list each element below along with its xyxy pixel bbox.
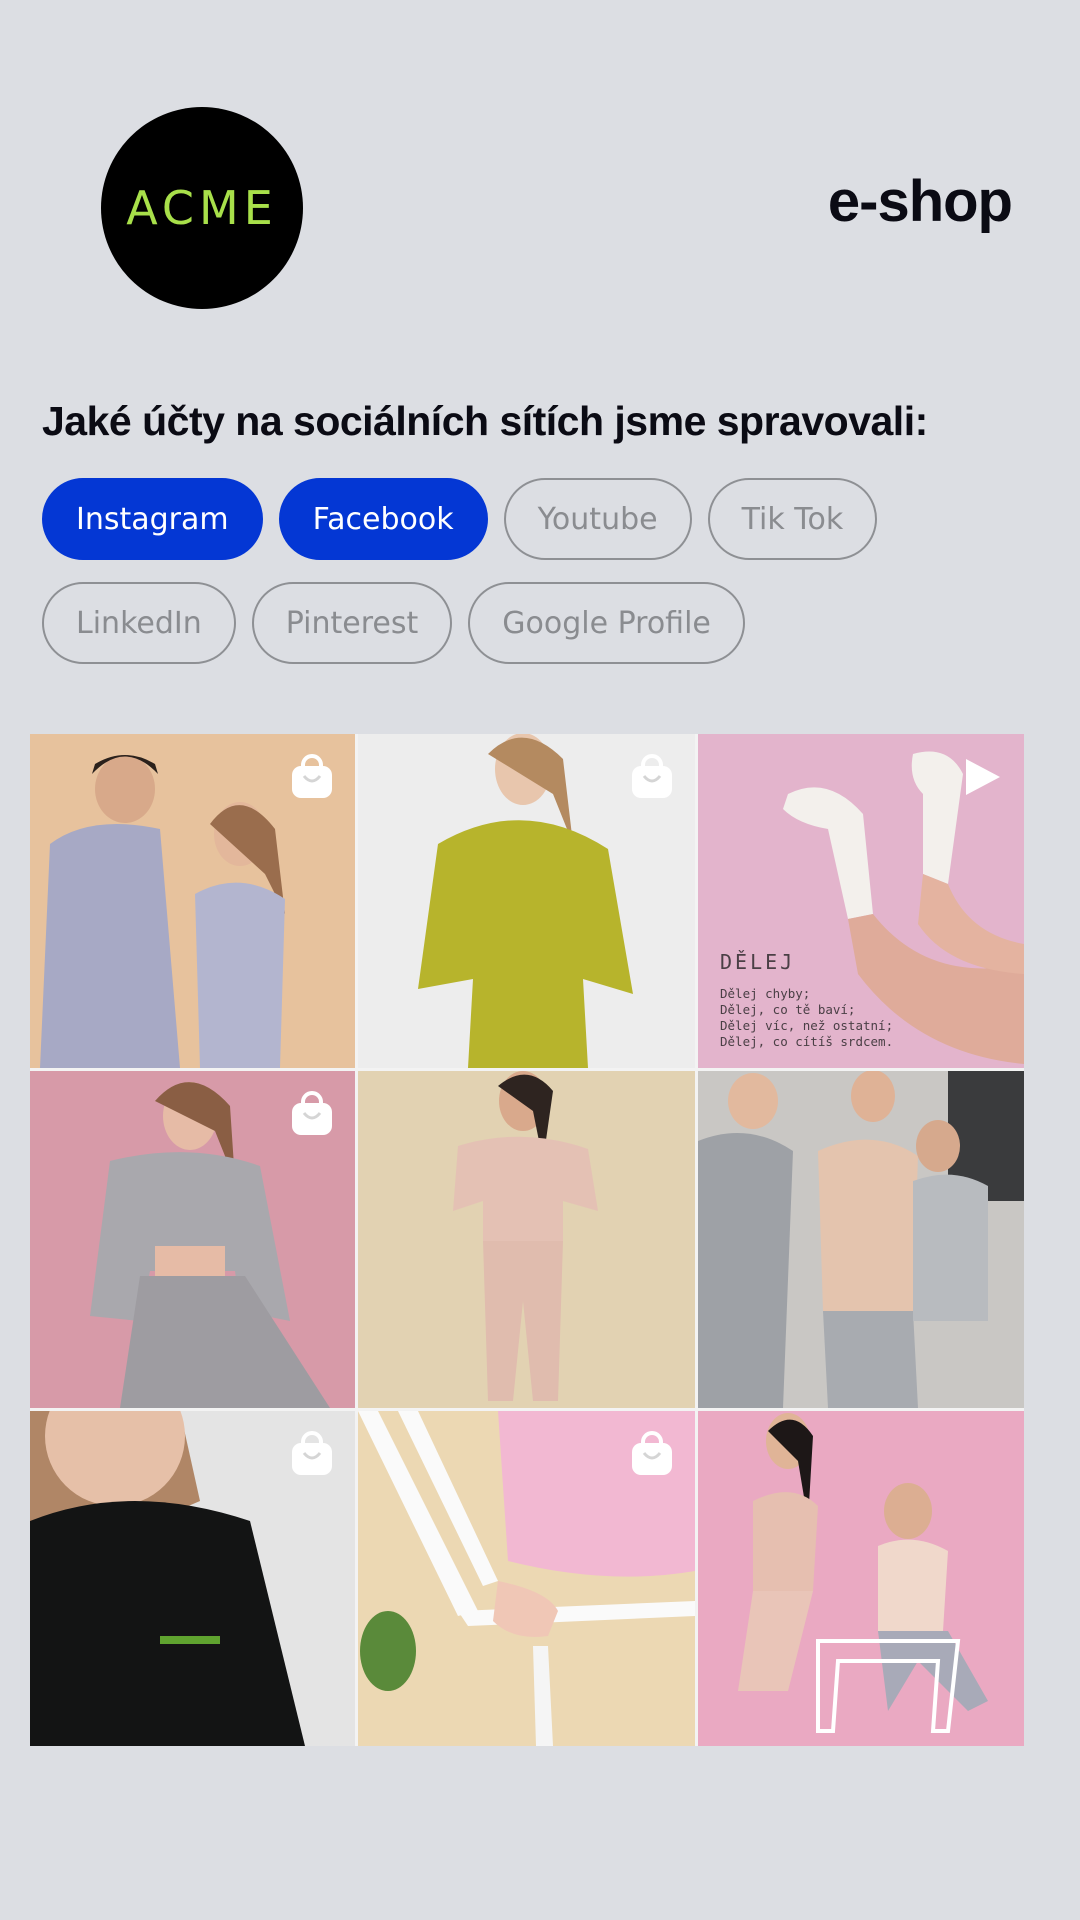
chip-linkedin[interactable]: LinkedIn xyxy=(42,582,236,664)
post-tile[interactable] xyxy=(30,1071,355,1408)
post-image xyxy=(698,1071,1024,1408)
chip-youtube[interactable]: Youtube xyxy=(503,478,692,560)
post-tile[interactable] xyxy=(358,1411,695,1746)
post-image xyxy=(358,1071,695,1408)
chip-tiktok[interactable]: Tik Tok xyxy=(707,478,878,560)
platform-chip-list: Instagram Facebook Youtube Tik Tok Linke… xyxy=(42,478,1042,664)
shopping-bag-icon xyxy=(632,754,672,798)
post-tile[interactable] xyxy=(698,1411,1024,1746)
shopping-bag-icon xyxy=(292,754,332,798)
logo-text: ACME xyxy=(126,181,278,235)
post-tile[interactable] xyxy=(698,1071,1024,1408)
page-title: e-shop xyxy=(827,169,1013,234)
brand-logo: ACME xyxy=(101,107,303,309)
chip-google-profile[interactable]: Google Profile xyxy=(468,582,745,664)
post-caption: DĚLEJ Dělej chyby; Dělej, co tě baví; Dě… xyxy=(720,950,894,1050)
post-tile[interactable] xyxy=(358,1071,695,1408)
post-tile[interactable] xyxy=(358,734,695,1068)
post-tile[interactable]: DĚLEJ Dělej chyby; Dělej, co tě baví; Dě… xyxy=(698,734,1024,1068)
post-caption-heading: DĚLEJ xyxy=(720,950,796,974)
instagram-post-grid: DĚLEJ Dělej chyby; Dělej, co tě baví; Dě… xyxy=(30,734,1024,1746)
section-heading: Jaké účty na sociálních sítích jsme spra… xyxy=(42,398,928,444)
post-caption-line: Dělej, co cítíš srdcem. xyxy=(720,1034,894,1049)
shopping-bag-icon xyxy=(292,1431,332,1475)
play-icon xyxy=(966,759,1000,795)
post-caption-line: Dělej víc, než ostatní; xyxy=(720,1018,894,1033)
post-caption-line: Dělej chyby; xyxy=(720,986,811,1001)
post-tile[interactable] xyxy=(30,734,355,1068)
chip-facebook[interactable]: Facebook xyxy=(278,478,488,560)
shopping-bag-icon xyxy=(292,1091,332,1135)
post-caption-line: Dělej, co tě baví; xyxy=(720,1002,856,1017)
chip-pinterest[interactable]: Pinterest xyxy=(251,582,453,664)
chip-instagram[interactable]: Instagram xyxy=(42,478,263,560)
post-tile[interactable] xyxy=(30,1411,355,1746)
post-image xyxy=(698,1411,1024,1746)
shopping-bag-icon xyxy=(632,1431,672,1475)
